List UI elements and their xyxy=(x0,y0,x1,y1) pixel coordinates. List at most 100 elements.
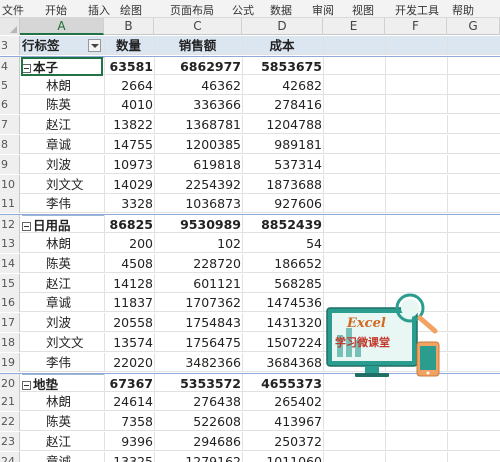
sales-cell[interactable]: 1707362 xyxy=(154,293,241,312)
row-number[interactable]: 3 xyxy=(0,36,20,55)
row-number[interactable]: 4 xyxy=(0,56,20,76)
item-label-cell[interactable]: 李伟 xyxy=(22,353,104,372)
row-number[interactable]: 20 xyxy=(0,373,20,393)
column-header-e[interactable]: E xyxy=(323,18,385,35)
cost-cell[interactable]: 927606 xyxy=(242,194,322,213)
sales-cell[interactable]: 9530989 xyxy=(154,215,241,234)
cost-cell[interactable]: 1507224 xyxy=(242,333,322,352)
collapse-minus-icon[interactable] xyxy=(22,380,31,390)
item-label-cell[interactable]: 赵江 xyxy=(22,115,104,134)
sales-cell[interactable]: 3482366 xyxy=(154,353,241,372)
qty-cell[interactable]: 67367 xyxy=(104,374,154,393)
row-number[interactable]: 23 xyxy=(0,432,20,451)
cost-cell[interactable]: 265402 xyxy=(242,392,322,411)
qty-cell[interactable]: 4508 xyxy=(104,254,153,273)
row-number[interactable]: 21 xyxy=(0,392,20,412)
qty-cell[interactable]: 13574 xyxy=(104,333,153,352)
qty-cell[interactable]: 13325 xyxy=(104,452,153,462)
qty-cell[interactable]: 14128 xyxy=(104,274,153,293)
row-number[interactable]: 12 xyxy=(0,215,20,235)
row-number[interactable]: 19 xyxy=(0,352,20,372)
sales-cell[interactable]: 1036873 xyxy=(154,194,241,213)
row-number[interactable]: 22 xyxy=(0,412,20,432)
item-label-cell[interactable]: 陈英 xyxy=(22,95,104,114)
sales-cell[interactable]: 619818 xyxy=(154,155,241,174)
item-label-cell[interactable]: 赵江 xyxy=(22,274,104,293)
menu-item[interactable]: 开发工具 xyxy=(395,2,439,18)
cost-cell[interactable]: 1873688 xyxy=(242,175,322,194)
row-number[interactable]: 18 xyxy=(0,333,20,352)
sales-cell[interactable]: 228720 xyxy=(154,254,241,273)
menu-item[interactable]: 页面布局 xyxy=(170,2,214,18)
cost-cell[interactable]: 537314 xyxy=(242,155,322,174)
sales-cell[interactable]: 276438 xyxy=(154,392,241,411)
row-number[interactable]: 16 xyxy=(0,293,20,313)
qty-cell[interactable]: 2664 xyxy=(104,76,153,95)
item-label-cell[interactable]: 李伟 xyxy=(22,194,104,213)
cost-cell[interactable]: 4655373 xyxy=(242,374,322,393)
qty-cell[interactable]: 10973 xyxy=(104,155,153,174)
row-number[interactable]: 5 xyxy=(0,75,20,95)
qty-cell[interactable]: 11837 xyxy=(104,293,153,312)
item-label-cell[interactable]: 刘文文 xyxy=(22,333,104,352)
sales-cell[interactable]: 1368781 xyxy=(154,115,241,134)
sales-cell[interactable]: 1279162 xyxy=(154,452,241,462)
qty-cell[interactable]: 7358 xyxy=(104,412,153,431)
sales-cell[interactable]: 336366 xyxy=(154,95,241,114)
cost-cell[interactable]: 8852439 xyxy=(242,215,322,234)
row-label-filter-dropdown-icon[interactable] xyxy=(88,39,101,52)
qty-cell[interactable]: 13822 xyxy=(104,115,153,134)
cost-cell[interactable]: 1431320 xyxy=(242,313,322,332)
sales-cell[interactable]: 522608 xyxy=(154,412,241,431)
column-header-f[interactable]: F xyxy=(385,18,447,35)
select-all-corner[interactable] xyxy=(0,18,20,35)
column-header-g[interactable]: G xyxy=(447,18,500,35)
row-number[interactable]: 13 xyxy=(0,234,20,253)
group-label-cell[interactable]: 日用品 xyxy=(22,215,104,234)
qty-cell[interactable]: 20558 xyxy=(104,313,153,332)
item-label-cell[interactable]: 刘文文 xyxy=(22,175,104,194)
sales-cell[interactable]: 5353572 xyxy=(154,374,241,393)
qty-cell[interactable]: 3328 xyxy=(104,194,153,213)
item-label-cell[interactable]: 刘波 xyxy=(22,155,104,174)
sales-cell[interactable]: 6862977 xyxy=(154,57,241,76)
qty-cell[interactable]: 22020 xyxy=(104,353,153,372)
sales-cell[interactable]: 294686 xyxy=(154,432,241,451)
row-number[interactable]: 9 xyxy=(0,154,20,174)
sales-cell[interactable]: 46362 xyxy=(154,76,241,95)
cost-cell[interactable]: 413967 xyxy=(242,412,322,431)
menu-item[interactable]: 公式 xyxy=(232,2,254,18)
row-number[interactable]: 14 xyxy=(0,253,20,273)
cost-cell[interactable]: 54 xyxy=(242,234,322,253)
cost-cell[interactable]: 568285 xyxy=(242,274,322,293)
group-label-cell[interactable]: 地垫 xyxy=(22,373,104,393)
item-label-cell[interactable]: 章诚 xyxy=(22,452,104,462)
menu-item[interactable]: 视图 xyxy=(352,2,374,18)
menu-item[interactable]: 帮助 xyxy=(452,2,474,18)
row-number[interactable]: 24 xyxy=(0,451,20,462)
row-number[interactable]: 7 xyxy=(0,115,20,135)
menu-item[interactable]: 绘图 xyxy=(120,2,142,18)
cost-cell[interactable]: 1474536 xyxy=(242,293,322,312)
sales-cell[interactable]: 102 xyxy=(154,234,241,253)
cost-cell[interactable]: 1204788 xyxy=(242,115,322,134)
qty-cell[interactable]: 14755 xyxy=(104,135,153,154)
cost-cell[interactable]: 42682 xyxy=(242,76,322,95)
column-header-d[interactable]: D xyxy=(242,18,323,35)
qty-cell[interactable]: 24614 xyxy=(104,392,153,411)
menu-item[interactable]: 插入 xyxy=(88,2,110,18)
cost-cell[interactable]: 3684368 xyxy=(242,353,322,372)
cost-cell[interactable]: 250372 xyxy=(242,432,322,451)
cost-cell[interactable]: 1011060 xyxy=(242,452,322,462)
menu-item[interactable]: 审阅 xyxy=(312,2,334,18)
qty-cell[interactable]: 9396 xyxy=(104,432,153,451)
column-header-b[interactable]: B xyxy=(104,18,154,35)
menu-item[interactable]: 开始 xyxy=(45,2,67,18)
sales-cell[interactable]: 1756475 xyxy=(154,333,241,352)
pivot-sales-header[interactable]: 销售额 xyxy=(154,36,241,55)
cost-cell[interactable]: 989181 xyxy=(242,135,322,154)
item-label-cell[interactable]: 陈英 xyxy=(22,412,104,431)
sales-cell[interactable]: 601121 xyxy=(154,274,241,293)
qty-cell[interactable]: 4010 xyxy=(104,95,153,114)
item-label-cell[interactable]: 章诚 xyxy=(22,135,104,154)
